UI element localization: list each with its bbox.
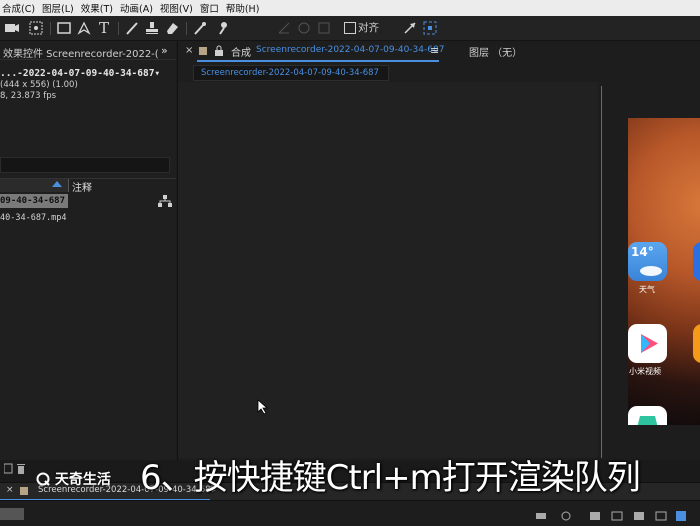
menu-help[interactable]: 帮助(H) <box>224 1 265 15</box>
close-tab-icon[interactable]: × <box>185 45 193 56</box>
tutorial-caption: 6、按快捷键Ctrl+m打开渲染队列 <box>140 458 641 498</box>
timeline-switches[interactable] <box>536 509 686 523</box>
eraser-tool-icon[interactable] <box>164 20 180 36</box>
partial-app-icon-3 <box>628 406 667 425</box>
timeline-color-label <box>20 487 28 495</box>
effects-panel-title[interactable]: 效果控件 Screenrecorder-2022-( <box>3 45 159 60</box>
snap-label: 对齐 <box>358 22 379 34</box>
menu-composition[interactable]: 合成(C) <box>0 1 40 15</box>
comp-tab-prefix: 合成 <box>231 48 251 59</box>
menu-animation[interactable]: 动画(A) <box>118 1 158 15</box>
world-axis-icon[interactable] <box>296 20 312 36</box>
roto-brush-tool-icon[interactable] <box>192 20 208 36</box>
menu-layer[interactable]: 图层(L) <box>40 1 79 15</box>
timeline-close-icon[interactable]: × <box>6 485 14 495</box>
view-axis-icon[interactable] <box>316 20 332 36</box>
partial-app-icon-2 <box>693 324 700 363</box>
viewer-divider <box>601 86 602 458</box>
comp-tab-title[interactable]: Screenrecorder-2022-04-07-09-40-34-687 <box>256 45 444 55</box>
toolbar: T 对齐 <box>0 16 700 41</box>
brush-tool-icon[interactable] <box>124 20 140 36</box>
lock-icon[interactable] <box>214 45 224 59</box>
snap-arrow-icon[interactable] <box>402 20 418 36</box>
camera-tool-icon[interactable] <box>4 20 20 36</box>
menu-bar: 合成(C) 图层(L) 效果(T) 动画(A) 视图(V) 窗口 帮助(H) <box>0 0 700 16</box>
clone-stamp-tool-icon[interactable] <box>144 20 160 36</box>
local-axis-icon[interactable] <box>276 20 292 36</box>
comment-column-header[interactable]: 注释 <box>72 179 92 194</box>
effects-comp-name[interactable]: ...-2022-04-07-09-40-34-687▾ <box>0 68 160 79</box>
type-tool-icon[interactable]: T <box>96 20 112 36</box>
mi-video-app-label: 小米视频 <box>629 367 661 376</box>
mi-video-app-icon <box>628 324 667 363</box>
composition-viewer[interactable] <box>178 82 598 458</box>
left-panel: 效果控件 Screenrecorder-2022-( » ...-2022-04… <box>0 41 176 460</box>
mouse-cursor-icon <box>257 399 269 418</box>
effects-fps-info: 8, 23.873 fps <box>0 91 57 101</box>
layer-panel-title[interactable]: 图层 （无） <box>469 44 522 59</box>
weather-app-label: 天气 <box>639 285 655 294</box>
partial-app-icon <box>693 242 700 281</box>
menu-effect[interactable]: 效果(T) <box>79 1 118 15</box>
project-item-selected[interactable]: 09-40-34-687 <box>0 194 68 208</box>
project-file-item[interactable]: 40-34-687.mp4 <box>0 213 67 223</box>
snap-checkbox[interactable] <box>344 22 356 34</box>
weather-app-icon: 14° <box>628 242 667 281</box>
trash-icon[interactable] <box>3 463 30 478</box>
watermark-logo: 天奇生活 <box>36 469 111 489</box>
pan-behind-tool-icon[interactable] <box>28 20 44 36</box>
panel-menu-icon[interactable]: ≡ <box>430 44 439 57</box>
time-display[interactable] <box>0 508 24 520</box>
comp-color-label[interactable] <box>199 47 207 55</box>
menu-view[interactable]: 视图(V) <box>158 1 198 15</box>
active-tab-indicator <box>197 60 439 62</box>
snap-target-icon[interactable] <box>422 20 438 36</box>
pen-tool-icon[interactable] <box>76 20 92 36</box>
rectangle-tool-icon[interactable] <box>56 20 72 36</box>
menu-window[interactable]: 窗口 <box>198 1 224 15</box>
sort-ascending-icon[interactable] <box>52 181 62 187</box>
effects-size-info: (444 x 556) (1.00) <box>0 80 78 90</box>
phone-screen-preview: 14° 天气 小米视频 <box>628 118 700 425</box>
project-search-input[interactable] <box>0 157 170 173</box>
panel-expand-icon[interactable]: » <box>161 44 168 57</box>
flowchart-icon[interactable] <box>158 195 172 211</box>
puppet-pin-tool-icon[interactable] <box>216 20 232 36</box>
comp-flowchart-tab[interactable]: Screenrecorder-2022-04-07-09-40-34-687 <box>193 65 389 81</box>
